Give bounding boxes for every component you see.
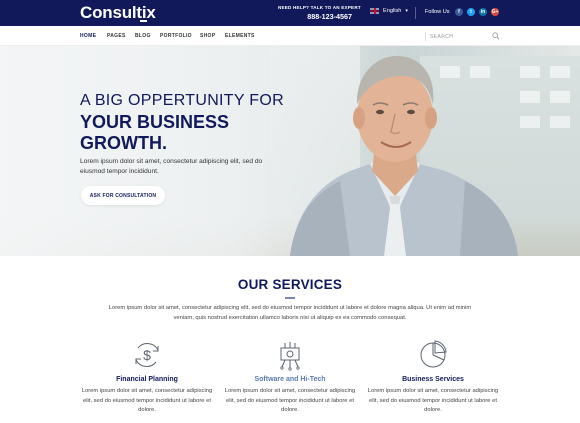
nav-shop[interactable]: SHOP <box>200 33 215 39</box>
service-name: Software and Hi-Tech <box>254 376 326 383</box>
service-text: Lorem ipsum dolor sit amet, consectetur … <box>224 388 356 413</box>
service-name: Business Services <box>402 376 464 383</box>
search-divider <box>425 32 426 41</box>
nav-elements[interactable]: ELEMENTS <box>225 33 255 39</box>
twitter-icon[interactable]: t <box>467 8 475 16</box>
service-card-business[interactable]: Business Services Lorem ipsum dolor sit … <box>363 338 503 416</box>
window <box>550 66 570 78</box>
dollar-cycle-icon: $ <box>135 343 159 367</box>
linkedin-icon[interactable]: in <box>479 8 487 16</box>
nav-blog[interactable]: BLOG <box>135 33 151 39</box>
service-card-financial[interactable]: $ Financial Planning Lorem ipsum dolor s… <box>77 338 217 416</box>
service-text: Lorem ipsum dolor sit amet, consectetur … <box>81 388 213 413</box>
hero-description: Lorem ipsum dolor sit amet, consectetur … <box>80 158 263 175</box>
main-nav: HOME PAGES BLOG PORTFOLIO SHOP ELEMENTS <box>0 26 580 46</box>
language-selector[interactable]: English ▾ <box>370 8 408 14</box>
hero-heading-line2: YOUR BUSINESS <box>80 112 230 132</box>
nav-pages[interactable]: PAGES <box>107 33 126 39</box>
hero-heading-line3: GROWTH. <box>80 133 167 153</box>
nav-portfolio[interactable]: PORTFOLIO <box>160 33 192 39</box>
logo-accent <box>140 20 147 22</box>
google-plus-icon[interactable]: G+ <box>491 8 499 16</box>
help-contact: NEED HELP? TALK TO AN EXPERT 888-123-456… <box>278 5 361 21</box>
facebook-icon[interactable]: f <box>455 8 463 16</box>
circuit-chip-icon <box>280 342 300 371</box>
pie-chart-icon <box>420 340 447 368</box>
title-underline <box>285 297 295 299</box>
divider <box>415 7 416 19</box>
window <box>550 116 570 128</box>
service-card-software[interactable]: Software and Hi-Tech Lorem ipsum dolor s… <box>220 338 360 416</box>
nav-home[interactable]: HOME <box>80 33 96 39</box>
uk-flag-icon <box>370 8 379 14</box>
service-text: Lorem ipsum dolor sit amet, consectetur … <box>367 388 499 413</box>
hero-heading-line1: A BIG OPPERTUNITY FOR <box>80 92 284 109</box>
services-intro: Lorem ipsum dolor sit amet, consectetur … <box>108 305 472 321</box>
services-title: OUR SERVICES <box>237 277 343 292</box>
help-label: NEED HELP? TALK TO AN EXPERT <box>278 5 361 10</box>
top-bar: Consultix NEED HELP? TALK TO AN EXPERT 8… <box>0 0 580 26</box>
service-name: Financial Planning <box>116 376 178 383</box>
ask-consultation-button[interactable]: ASK FOR CONSULTATION <box>81 186 165 205</box>
language-label: English <box>383 8 402 14</box>
svg-text:$: $ <box>143 347 151 363</box>
search-input[interactable] <box>430 31 485 42</box>
businessman-photo <box>290 55 518 256</box>
follow-label: Follow Us <box>425 9 450 15</box>
caret-down-icon: ▾ <box>405 8 408 14</box>
window <box>550 91 570 103</box>
phone-number[interactable]: 888-123-4567 <box>278 12 352 21</box>
search-icon[interactable] <box>492 32 500 40</box>
